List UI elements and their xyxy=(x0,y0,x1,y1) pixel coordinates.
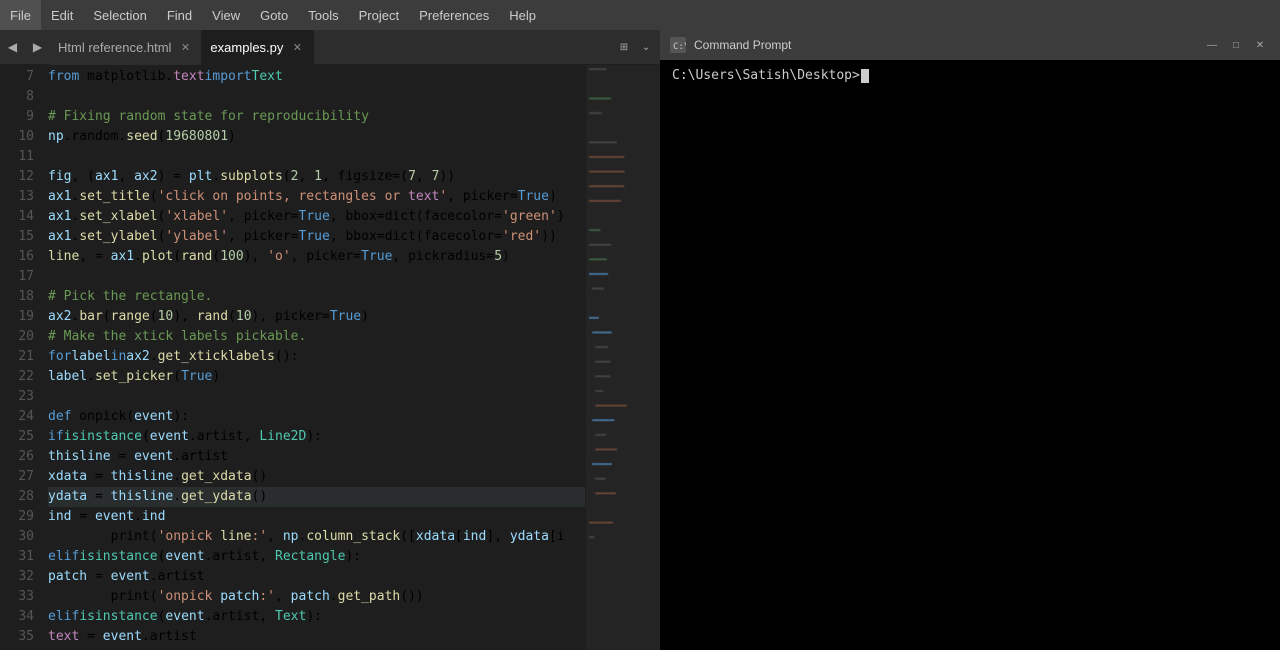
terminal-body[interactable]: C:\Users\Satish\Desktop> xyxy=(660,60,1280,650)
menu-view[interactable]: View xyxy=(202,0,250,30)
code-line-33: print('onpick patch:', patch.get_path()) xyxy=(48,587,585,607)
code-line-11 xyxy=(48,147,585,167)
code-line-31: elif isinstance(event.artist, Rectangle)… xyxy=(48,547,585,567)
tab-py[interactable]: examples.py ✕ xyxy=(202,30,314,65)
svg-text:C:\: C:\ xyxy=(673,42,686,52)
tab-html-label: Html reference.html xyxy=(58,40,171,55)
tab-py-close[interactable]: ✕ xyxy=(289,39,305,55)
tab-overflow-button[interactable]: ⌄ xyxy=(636,37,656,57)
menu-find[interactable]: Find xyxy=(157,0,202,30)
code-line-17 xyxy=(48,267,585,287)
menu-project[interactable]: Project xyxy=(349,0,409,30)
tab-py-label: examples.py xyxy=(210,40,283,55)
menu-preferences[interactable]: Preferences xyxy=(409,0,499,30)
code-line-9: # Fixing random state for reproducibilit… xyxy=(48,107,585,127)
terminal-cursor xyxy=(861,69,869,83)
code-line-20: # Make the xtick labels pickable. xyxy=(48,327,585,347)
code-line-35: text = event.artist xyxy=(48,627,585,647)
code-line-21: for label in ax2.get_xticklabels(): xyxy=(48,347,585,367)
code-line-13: ax1.set_title('click on points, rectangl… xyxy=(48,187,585,207)
code-line-22: label.set_picker(True) xyxy=(48,367,585,387)
terminal-titlebar: C:\ Command Prompt — □ ✕ xyxy=(660,30,1280,60)
tabs-bar: ◀ ▶ Html reference.html ✕ examples.py ✕ … xyxy=(0,30,660,65)
code-line-10: np.random.seed(19680801) xyxy=(48,127,585,147)
code-line-34: elif isinstance(event.artist, Text): xyxy=(48,607,585,627)
code-line-27: xdata = thisline.get_xdata() xyxy=(48,467,585,487)
code-line-23 xyxy=(48,387,585,407)
menu-help[interactable]: Help xyxy=(499,0,546,30)
menubar: File Edit Selection Find View Goto Tools… xyxy=(0,0,1280,30)
code-line-14: ax1.set_xlabel('xlabel', picker=True, bb… xyxy=(48,207,585,227)
code-line-26: thisline = event.artist xyxy=(48,447,585,467)
code-line-16: line, = ax1.plot(rand(100), 'o', picker=… xyxy=(48,247,585,267)
code-line-18: # Pick the rectangle. xyxy=(48,287,585,307)
menu-tools[interactable]: Tools xyxy=(298,0,348,30)
menu-goto[interactable]: Goto xyxy=(250,0,298,30)
code-line-28: ydata = thisline.get_ydata() xyxy=(48,487,585,507)
tab-html-close[interactable]: ✕ xyxy=(177,39,193,55)
terminal-pane: C:\ Command Prompt — □ ✕ C:\Users\Satish… xyxy=(660,30,1280,650)
menu-selection[interactable]: Selection xyxy=(83,0,156,30)
line-numbers: 7891011121314151617181920212223242526272… xyxy=(0,65,40,650)
code-line-19: ax2.bar(range(10), rand(10), picker=True… xyxy=(48,307,585,327)
code-area: 7891011121314151617181920212223242526272… xyxy=(0,65,660,650)
menu-file[interactable]: File xyxy=(0,0,41,30)
code-line-32: patch = event.artist xyxy=(48,567,585,587)
code-line-8 xyxy=(48,87,585,107)
code-line-15: ax1.set_ylabel('ylabel', picker=True, bb… xyxy=(48,227,585,247)
code-line-25: if isinstance(event.artist, Line2D): xyxy=(48,427,585,447)
editor-pane: ◀ ▶ Html reference.html ✕ examples.py ✕ … xyxy=(0,30,660,650)
terminal-maximize-button[interactable]: □ xyxy=(1226,35,1246,55)
terminal-prompt: C:\Users\Satish\Desktop> xyxy=(672,68,1268,83)
code-line-12: fig, (ax1, ax2) = plt.subplots(2, 1, fig… xyxy=(48,167,585,187)
terminal-minimize-button[interactable]: — xyxy=(1202,35,1222,55)
tab-prev-button[interactable]: ◀ xyxy=(0,30,25,65)
terminal-title-label: Command Prompt xyxy=(694,38,791,52)
terminal-icon: C:\ xyxy=(670,37,686,53)
terminal-prompt-text: C:\Users\Satish\Desktop> xyxy=(672,68,860,83)
code-line-24: def onpick(event): xyxy=(48,407,585,427)
tab-next-button[interactable]: ▶ xyxy=(25,30,50,65)
tab-html[interactable]: Html reference.html ✕ xyxy=(50,30,202,65)
main-layout: ◀ ▶ Html reference.html ✕ examples.py ✕ … xyxy=(0,30,1280,650)
tab-split-button[interactable]: ⊞ xyxy=(614,37,634,57)
code-line-7: from matplotlib.text import Text xyxy=(48,67,585,87)
minimap xyxy=(585,65,660,650)
terminal-close-button[interactable]: ✕ xyxy=(1250,35,1270,55)
menu-edit[interactable]: Edit xyxy=(41,0,83,30)
code-line-29: ind = event.ind xyxy=(48,507,585,527)
terminal-controls: — □ ✕ xyxy=(1202,35,1270,55)
code-line-30: print('onpick line:', np.column_stack([x… xyxy=(48,527,585,547)
code-content[interactable]: from matplotlib.text import Text # Fixin… xyxy=(40,65,585,650)
minimap-canvas xyxy=(586,65,660,650)
tab-actions: ⊞ ⌄ xyxy=(614,37,660,57)
